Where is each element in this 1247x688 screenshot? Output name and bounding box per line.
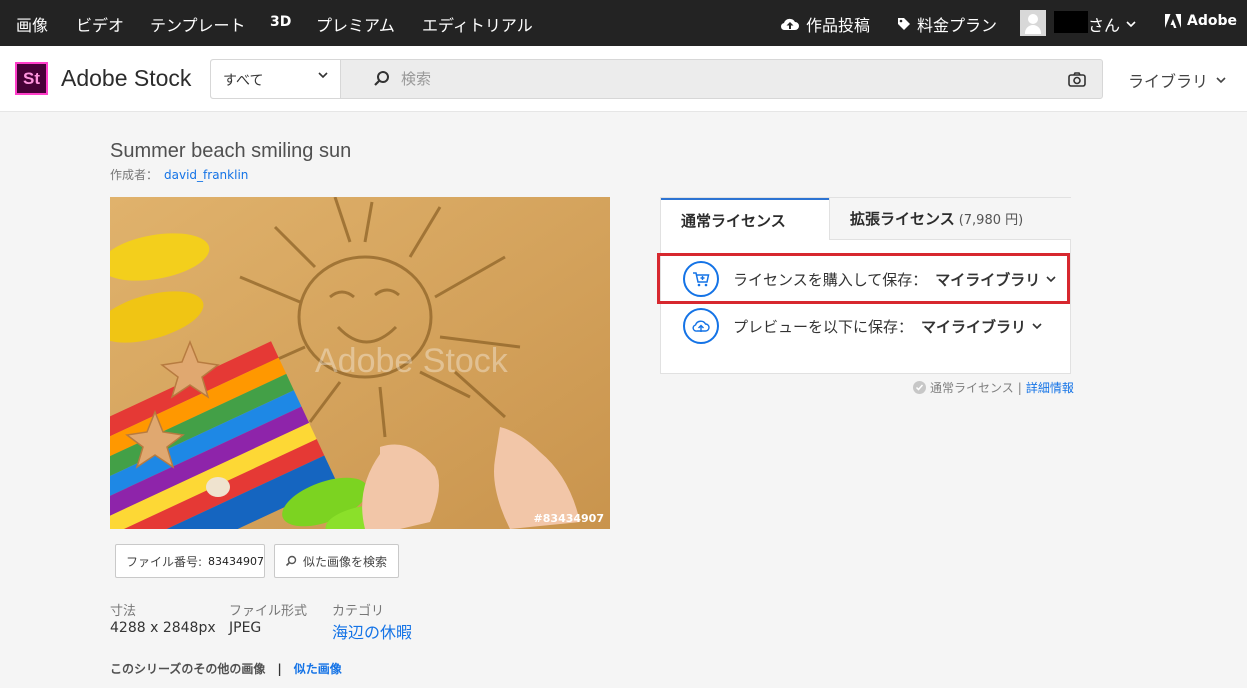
redacted-username [1054, 11, 1088, 33]
cloud-icon-circle [683, 308, 719, 344]
tab-extended-price: (7,980 円) [958, 213, 1024, 228]
contribute-label: 作品投稿 [806, 16, 871, 35]
search-bar: すべて [210, 59, 1103, 99]
save-preview-button[interactable]: プレビューを以下に保存： マイライブラリ [683, 308, 1042, 344]
chevron-down-icon [1126, 21, 1136, 28]
dimensions-label: 寸法 [110, 604, 137, 619]
asset-preview-image[interactable]: Adobe Stock #83434907 [110, 197, 610, 529]
tag-icon [898, 18, 910, 30]
library-menu[interactable]: ライブラリ [1128, 68, 1226, 92]
stock-watermark: Adobe Stock [315, 342, 508, 380]
category-label: カテゴリ [332, 604, 385, 619]
pricing-label: 料金プラン [917, 16, 998, 35]
highlight-box [657, 253, 1070, 304]
nav-item-premium[interactable]: プレミアム [316, 12, 395, 36]
preview-save-target-dropdown[interactable]: マイライブラリ [921, 316, 1042, 337]
find-similar-button[interactable]: 似た画像を検索 [274, 544, 399, 578]
nav-item-templates[interactable]: テンプレート [150, 12, 246, 36]
tab-standard-license[interactable]: 通常ライセンス [661, 198, 829, 240]
library-label: ライブラリ [1128, 72, 1209, 91]
file-number-value: 83434907 [208, 554, 265, 568]
search-scope-value: すべて [223, 73, 264, 89]
file-type-value: JPEG [229, 620, 262, 636]
contribute-link[interactable]: 作品投稿 [780, 12, 870, 36]
nav-item-3d[interactable]: 3D [270, 14, 291, 30]
creator-label: 作成者： [110, 168, 159, 182]
adobe-stock-logo[interactable]: St [15, 62, 48, 95]
search-icon [374, 71, 389, 86]
license-details-link[interactable]: 詳細情報 [1026, 379, 1074, 396]
check-icon [913, 381, 926, 394]
camera-icon[interactable] [1068, 71, 1086, 87]
save-preview-label: プレビューを以下に保存： [733, 317, 914, 336]
license-info-label: 通常ライセンス [930, 381, 1014, 395]
tab-extended-label: 拡張ライセンス [850, 210, 955, 228]
search-input[interactable] [401, 68, 1041, 90]
stock-header: St Adobe Stock すべて ライブラリ [0, 46, 1247, 112]
user-suffix: さん [1088, 16, 1121, 35]
creator-line: 作成者： david_franklin [110, 166, 248, 183]
tab-extended-license[interactable]: 拡張ライセンス (7,980 円) [829, 198, 1071, 240]
file-number-button[interactable]: ファイル番号: 83434907 [115, 544, 265, 578]
license-info-row: 通常ライセンス | 詳細情報 [913, 379, 1074, 396]
pricing-link[interactable]: 料金プラン [897, 12, 997, 36]
similar-images-link[interactable]: 似た画像 [294, 662, 342, 676]
file-type-label: ファイル形式 [229, 604, 308, 619]
series-row: このシリーズのその他の画像 | 似た画像 [110, 660, 342, 677]
top-navigation-bar: 画像 ビデオ テンプレート 3D プレミアム エディトリアル 作品投稿 料金プラ… [0, 0, 1247, 46]
nav-item-images[interactable]: 画像 [16, 12, 48, 36]
file-number-label: ファイル番号: [126, 554, 203, 569]
cloud-upload-icon [692, 320, 710, 332]
tab-standard-label: 通常ライセンス [681, 211, 786, 230]
user-avatar[interactable] [1020, 10, 1046, 36]
adobe-logo-icon [1165, 14, 1181, 28]
cloud-upload-icon [780, 18, 799, 31]
image-id-overlay: #83434907 [533, 512, 604, 525]
license-info-separator: | [1017, 380, 1022, 395]
series-link[interactable]: このシリーズのその他の画像 [110, 662, 265, 676]
nav-item-videos[interactable]: ビデオ [76, 12, 124, 36]
chevron-down-icon [318, 72, 328, 79]
adobe-home-link[interactable]: Adobe [1165, 13, 1237, 29]
asset-title: Summer beach smiling sun [110, 140, 352, 162]
chevron-down-icon [1032, 323, 1042, 330]
find-similar-label: 似た画像を検索 [303, 554, 388, 569]
nav-item-editorial[interactable]: エディトリアル [422, 12, 533, 36]
user-menu[interactable]: さん [1088, 12, 1136, 36]
category-link[interactable]: 海辺の休暇 [332, 619, 412, 643]
series-separator: | [277, 662, 282, 676]
dimensions-value: 4288 x 2848px [110, 620, 216, 636]
creator-link[interactable]: david_franklin [164, 168, 248, 182]
brand-name[interactable]: Adobe Stock [61, 65, 191, 92]
search-icon [285, 555, 297, 567]
chevron-down-icon [1216, 77, 1226, 84]
preview-save-target: マイライブラリ [921, 317, 1027, 336]
search-scope-select[interactable]: すべて [211, 60, 341, 98]
adobe-label: Adobe [1187, 13, 1237, 29]
